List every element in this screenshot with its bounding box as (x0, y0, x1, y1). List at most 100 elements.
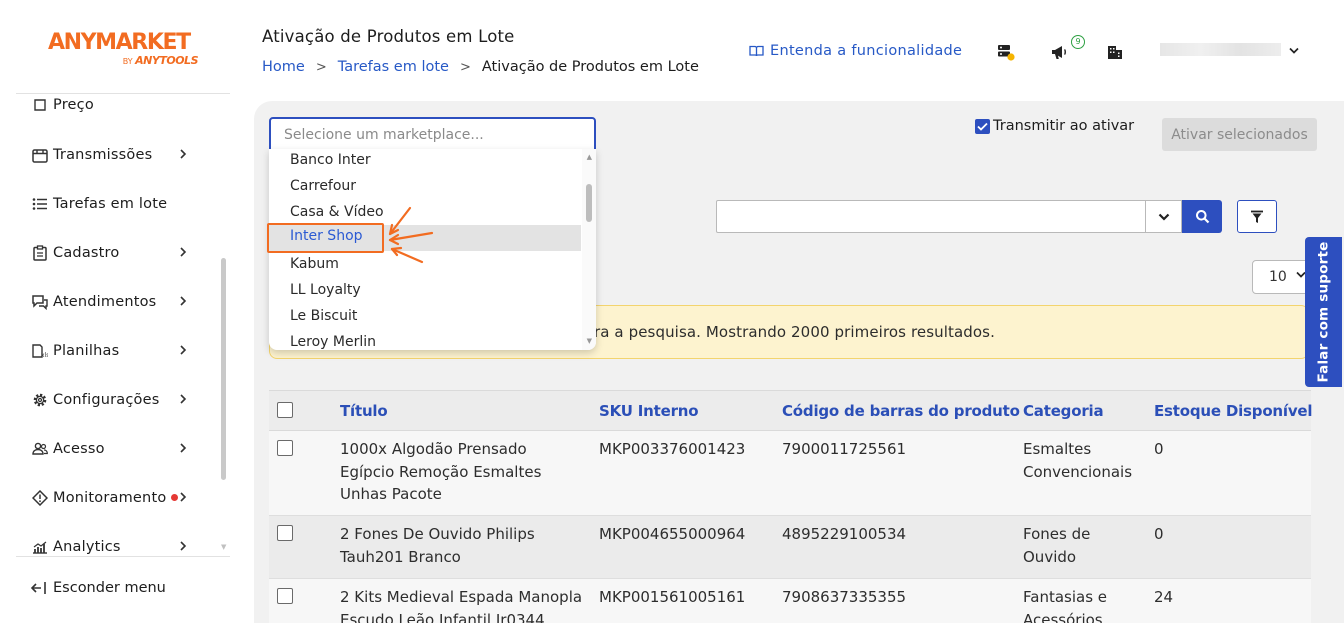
sidebar-item-label: Analytics (53, 539, 121, 554)
column-header-titulo[interactable]: Título (340, 402, 388, 420)
sidebar-item-configuracoes[interactable]: Configurações (16, 385, 216, 415)
sidebar-item-transmissoes[interactable]: Transmissões (16, 140, 216, 170)
cell-stock: 0 (1154, 525, 1164, 543)
cell-category: Fantasias e Acessórios (1023, 586, 1107, 623)
notification-badge: 9 (1071, 35, 1085, 49)
activate-selected-button[interactable]: Ativar selecionados (1162, 118, 1317, 151)
alert-text: ra a pesquisa. Mostrando 2000 primeiros … (594, 323, 995, 341)
row-checkbox[interactable] (277, 440, 293, 456)
megaphone-icon[interactable] (1050, 42, 1070, 62)
sidebar-item-label: Atendimentos (53, 294, 157, 310)
cell-category-line: Convencionais (1023, 462, 1133, 481)
marketplace-option[interactable]: Le Biscuit (269, 305, 581, 331)
cell-title-line: 1000x Algodão Prensado (340, 440, 527, 458)
chevron-right-icon (180, 247, 187, 257)
logo-by-text: BY (122, 57, 133, 66)
column-header-categoria[interactable]: Categoria (1023, 402, 1104, 420)
anymarket-logo[interactable]: ANYMARKET BY ANYTOOLS (48, 30, 208, 66)
search-field-dropdown[interactable] (1145, 200, 1182, 233)
marketplace-option[interactable]: Kabum (269, 253, 581, 279)
book-icon (749, 45, 764, 57)
transmit-on-activate-checkbox[interactable]: Transmitir ao ativar (975, 118, 1134, 134)
cell-sku: MKP001561005161 (599, 588, 746, 606)
marketplace-option[interactable]: Banco Inter (269, 149, 581, 175)
column-header-sku[interactable]: SKU Interno (599, 402, 699, 420)
server-status-icon[interactable] (996, 42, 1016, 62)
sidebar-item-label: Configurações (53, 392, 160, 408)
sidebar-scrollbar[interactable] (221, 258, 226, 480)
marketplace-select[interactable]: Selecione um marketplace... (269, 117, 596, 153)
cell-barcode: 7900011725561 (782, 440, 907, 458)
diamond-icon (31, 489, 49, 507)
row-checkbox[interactable] (277, 525, 293, 541)
scroll-down-arrow-icon[interactable]: ▼ (587, 337, 592, 345)
column-header-estoque[interactable]: Estoque Disponível (1154, 402, 1313, 420)
hide-menu-button[interactable]: Esconder menu (30, 580, 166, 596)
cell-title-line: Tauh201 Branco (340, 547, 461, 566)
cell-title-line: 2 Fones De Ouvido Philips (340, 525, 535, 543)
sidebar-item-monitoramento[interactable]: Monitoramento (16, 483, 216, 513)
sidebar-item-atendimentos[interactable]: Atendimentos (16, 287, 216, 317)
table-row[interactable]: 1000x Algodão Prensado Egípcio Remoção E… (269, 431, 1311, 516)
chevron-right-icon: > (315, 59, 327, 75)
chart-icon (31, 538, 49, 554)
breadcrumb-tarefas[interactable]: Tarefas em lote (338, 59, 449, 75)
filter-button[interactable] (1237, 200, 1277, 233)
sidebar-item-acesso[interactable]: Acesso (16, 434, 216, 464)
table-header: Título SKU Interno Código de barras do p… (269, 390, 1313, 431)
marketplace-dropdown: Banco Inter Carrefour Casa & Vídeo Inter… (269, 149, 596, 350)
cell-category-line: Ouvido (1023, 547, 1077, 566)
select-all-checkbox[interactable] (277, 402, 293, 418)
chevron-right-icon (180, 541, 187, 551)
cell-title-line: 2 Kits Medieval Espada Manopla (340, 588, 583, 606)
search-input[interactable] (716, 200, 1146, 233)
dropdown-scrollbar[interactable] (582, 149, 596, 350)
spreadsheet-icon: xls (31, 342, 49, 360)
marketplace-option[interactable]: Leroy Merlin (269, 331, 581, 350)
help-link-label: Entenda a funcionalidade (770, 43, 963, 59)
sidebar-item-label: Tarefas em lote (53, 196, 168, 212)
column-header-barcode[interactable]: Código de barras do produto (782, 402, 1020, 420)
scroll-up-arrow-icon[interactable]: ▲ (587, 153, 592, 161)
row-checkbox[interactable] (277, 588, 293, 604)
breadcrumb-current: Ativação de Produtos em Lote (481, 59, 699, 75)
cell-title-line: Unhas Pacote (340, 485, 442, 503)
sidebar-divider-bottom (16, 556, 230, 557)
sidebar-item-analytics[interactable]: Analytics (16, 532, 216, 554)
cell-category-line: Fantasias e (1023, 588, 1108, 606)
search-button[interactable] (1182, 200, 1222, 233)
dropdown-scroll-thumb[interactable] (586, 184, 592, 222)
scroll-down-arrow-icon[interactable]: ▼ (221, 543, 226, 551)
transmit-label: Transmitir ao ativar (993, 118, 1135, 134)
user-name-redacted[interactable] (1160, 43, 1281, 56)
list-icon (31, 195, 49, 213)
chevron-down-icon[interactable] (1287, 45, 1301, 57)
chat-icon (31, 293, 49, 311)
breadcrumb: Home > Tarefas em lote > Ativação de Pro… (262, 59, 699, 75)
table-row[interactable]: 2 Fones De Ouvido Philips Tauh201 Branco… (269, 516, 1311, 579)
support-tab-label: Falar com suporte (1315, 241, 1332, 383)
chevron-right-icon (180, 394, 187, 404)
help-link[interactable]: Entenda a funcionalidade (749, 43, 962, 59)
search-icon (1195, 210, 1209, 224)
sidebar-item-tarefas-em-lote[interactable]: Tarefas em lote (16, 189, 216, 219)
building-icon[interactable] (1105, 42, 1125, 62)
marketplace-option-selected[interactable]: Inter Shop (269, 225, 581, 251)
gear-icon (31, 391, 49, 409)
sidebar-item-planilhas[interactable]: xls Planilhas (16, 336, 216, 366)
chevron-right-icon (180, 296, 187, 306)
marketplace-option[interactable]: LL Loyalty (269, 279, 581, 305)
table-row[interactable]: 2 Kits Medieval Espada Manopla Escudo Le… (269, 579, 1311, 623)
sidebar-item-label: Monitoramento (53, 490, 167, 506)
marketplace-option[interactable]: Casa & Vídeo (269, 201, 581, 227)
sidebar-item-label: Transmissões (53, 147, 153, 163)
cell-title: 2 Kits Medieval Espada Manopla Escudo Le… (340, 586, 582, 623)
support-tab-button[interactable]: Falar com suporte (1305, 237, 1342, 387)
breadcrumb-home[interactable]: Home (262, 59, 305, 75)
cell-category: Esmaltes Convencionais (1023, 438, 1132, 483)
cell-stock: 0 (1154, 440, 1164, 458)
marketplace-option[interactable]: Carrefour (269, 175, 581, 201)
sidebar-item-preco[interactable]: Preço (16, 94, 216, 120)
sidebar-item-cadastro[interactable]: Cadastro (16, 238, 216, 268)
hide-menu-label: Esconder menu (53, 580, 166, 596)
